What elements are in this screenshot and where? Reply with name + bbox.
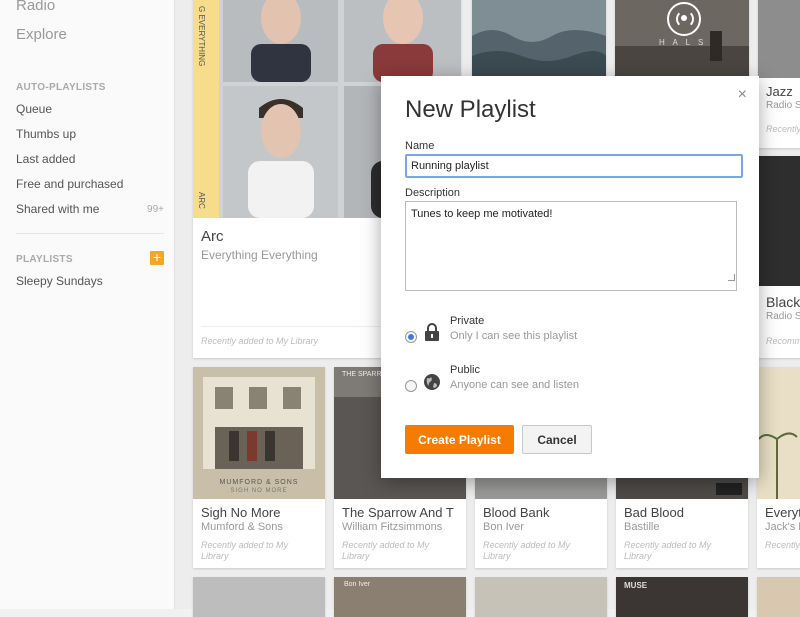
playlist-name-input[interactable]: [405, 154, 743, 178]
description-label: Description: [405, 187, 461, 199]
private-title: Private: [450, 315, 485, 327]
lock-icon: [425, 323, 439, 341]
public-title: Public: [450, 364, 480, 376]
resize-grip-icon[interactable]: [728, 274, 735, 281]
dialog-overlay: New Playlist × Name Description Tunes to…: [0, 0, 800, 609]
dialog-title: New Playlist: [405, 96, 536, 123]
close-icon[interactable]: ×: [738, 86, 747, 104]
cancel-button[interactable]: Cancel: [522, 425, 592, 454]
create-playlist-button[interactable]: Create Playlist: [405, 425, 514, 454]
new-playlist-dialog: New Playlist × Name Description Tunes to…: [381, 76, 759, 478]
name-label: Name: [405, 140, 435, 152]
public-radio[interactable]: [405, 380, 417, 392]
globe-icon: [424, 374, 440, 390]
private-radio[interactable]: [405, 331, 417, 343]
private-subtitle: Only I can see this playlist: [450, 330, 578, 342]
public-subtitle: Anyone can see and listen: [450, 379, 580, 391]
playlist-description-input[interactable]: Tunes to keep me motivated!: [405, 201, 737, 291]
